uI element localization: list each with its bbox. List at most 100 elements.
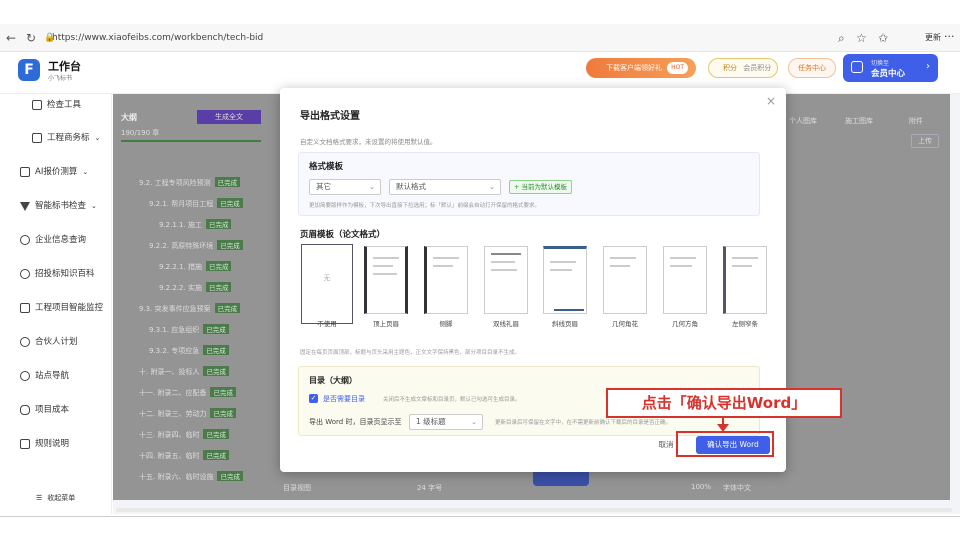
page-template-left-strip[interactable] (723, 246, 767, 314)
tab-construction-gallery[interactable]: 施工图库 (845, 116, 873, 126)
favorites-icon[interactable]: ✩ (878, 31, 888, 45)
outline-row[interactable]: 9.2.2.2. 实施 已完成 (159, 282, 232, 293)
page-template-top[interactable] (364, 246, 408, 314)
sidebar-item-company-search[interactable]: 企业信息查询 (20, 231, 86, 249)
close-icon[interactable]: × (766, 94, 776, 108)
outline-row[interactable]: 十. 附录一、投标人 已完成 (139, 366, 229, 377)
database-icon (20, 405, 30, 415)
toc-level-hint: 更新目录后可保留在文字中，在不需更新前确认下载后的目录是否正确。 (495, 420, 672, 426)
outline-row[interactable]: 十四. 附录五、临时 已完成 (139, 450, 229, 461)
star-icon[interactable]: ☆ (856, 31, 867, 45)
horizontal-scrollbar[interactable] (116, 508, 952, 512)
default-template-button[interactable]: + 当前为默认模板 (509, 180, 573, 194)
back-icon[interactable]: ← (6, 31, 16, 45)
page-template-hint: 固定在每页页面顶部，标题与页头采用主题色，正文文字保持黑色，部分项目目录不生成。 (300, 350, 521, 356)
modal-subtitle: 自定义文档格式要求，未设置的将使用默认值。 (300, 138, 437, 146)
page-template-label: 双线礼眉 (493, 320, 519, 328)
toc-checkbox[interactable]: ✓ (309, 394, 318, 403)
page-template-label: 斜线页眉 (552, 320, 578, 328)
upload-button[interactable]: 上传 (911, 134, 939, 148)
sidebar-item-commercial-bid[interactable]: 工程商务标 ⌄ (32, 129, 100, 147)
address-bar[interactable]: https://www.xiaofeibs.com/workbench/tech… (52, 29, 832, 47)
tab-personal-gallery[interactable]: 个人图库 (789, 116, 817, 126)
sidebar-item-knowledge[interactable]: 招投标知识百科 (20, 265, 95, 283)
outline-row[interactable]: 9.2.1. 帮月项目工程 已完成 (149, 198, 243, 209)
window-bottom-border (0, 516, 960, 517)
sidebar-item-bid-check[interactable]: 智能标书检查 ⌄ (20, 197, 97, 215)
format-hint: 更加简要版样作为模板，下次导出直接下拉选用；标「默认」前缀会自动打开保留的格式要… (309, 203, 541, 209)
outline-row[interactable]: 9.2.2.1. 措施 已完成 (159, 261, 232, 272)
more-icon[interactable]: ··· (944, 30, 955, 43)
sidebar-item-navigation[interactable]: 站点导航 (20, 367, 69, 385)
progress-bar (121, 140, 261, 142)
monitor-icon (20, 303, 30, 313)
sidebar-item-inspect[interactable]: 检查工具 (32, 96, 81, 114)
page-template-slant[interactable] (543, 246, 587, 314)
promo-label: 下载客户端领好礼 (606, 64, 662, 72)
page-template-label: 不使用 (317, 320, 337, 328)
sidebar-item-rules[interactable]: 规则说明 (20, 435, 69, 453)
format-category-select[interactable]: 其它 ⌄ (309, 179, 381, 195)
points-value: 会员积分 (743, 64, 772, 72)
footer-zoom[interactable]: 100% (691, 483, 711, 491)
sidebar-item-partner[interactable]: 合伙人计划 (20, 333, 78, 351)
reload-icon[interactable]: ↻ (26, 31, 36, 45)
chevron-right-icon: › (926, 61, 930, 72)
page-template-double-line[interactable] (484, 246, 528, 314)
task-center-button[interactable]: 任务中心 (788, 58, 836, 78)
collapse-menu-button[interactable]: ☰ 收起菜单 (36, 489, 75, 507)
annotation-highlight-box (676, 431, 774, 457)
outline-row[interactable]: 9.3.1. 应急组织 已完成 (149, 324, 229, 335)
update-button[interactable]: 更新 (925, 32, 941, 43)
page-template-title: 页眉模板（论文格式） (300, 230, 386, 240)
footer-font-size[interactable]: 24 字号 (417, 483, 442, 493)
page-template-none[interactable]: 无 (301, 244, 353, 324)
zoom-icon[interactable]: ⌕ (838, 31, 845, 46)
page-template-geometric-corner[interactable] (603, 246, 647, 314)
footer-font[interactable]: 字体中文 (723, 483, 751, 493)
outline-row[interactable]: 十五. 附录六、临时设施 已完成 (139, 471, 243, 482)
points-button[interactable]: 积分 会员积分 (708, 58, 778, 78)
download-client-button[interactable]: 下载客户端领好礼 HOT (586, 58, 696, 78)
sidebar-item-monitor[interactable]: 工程项目智能监控 (20, 299, 103, 317)
format-template-section: 格式模板 其它 ⌄ 默认格式 ⌄ + 当前为默认模板 更加简要版样作为模板，下次导出… (298, 152, 760, 216)
member-center-button[interactable]: 切换至 会员中心 › (843, 54, 938, 82)
outline-row[interactable]: 十一. 附录二、应配备 已完成 (139, 387, 236, 398)
outline-title: 大纲 (121, 113, 137, 122)
sidebar-item-ai-quote[interactable]: AI报价测算 ⌄ (20, 163, 88, 181)
outline-row[interactable]: 9.3.2. 专项应急 已完成 (149, 345, 229, 356)
page-template-label: 侧脚 (439, 320, 453, 328)
app-subtitle: 小飞标书 (48, 75, 73, 82)
page-template-label: 几何角花 (612, 320, 638, 328)
generate-fulltext-button[interactable]: 生成全文 (197, 110, 261, 124)
outline-row[interactable]: 9.2.2. 高原特殊环境 已完成 (149, 240, 243, 251)
search-icon (20, 235, 30, 245)
page-template-label: 顶上页眉 (373, 320, 399, 328)
chapter-count: 190/190 章 (121, 129, 160, 137)
chevron-down-icon: ⌄ (471, 418, 477, 426)
outline-row[interactable]: 9.2. 工程专项风险预测 已完成 (139, 177, 241, 188)
page-template-geometric-square[interactable] (663, 246, 707, 314)
page-template-side[interactable] (424, 246, 468, 314)
outline-row[interactable]: 9.3. 突发事件应急预案 已完成 (139, 303, 241, 314)
format-template-title: 格式模板 (309, 162, 344, 172)
toc-level-select[interactable]: 1 级标题 ⌄ (409, 414, 483, 430)
book-icon (20, 269, 30, 279)
modal-title: 导出格式设置 (300, 111, 360, 122)
navigation-icon (20, 371, 30, 381)
outline-row[interactable]: 十三. 附录四、临时 已完成 (139, 429, 229, 440)
chevron-down-icon: ⌄ (489, 183, 495, 191)
filter-icon (20, 201, 30, 211)
partner-icon (20, 337, 30, 347)
outline-list: 9.2. 工程专项风险预测 已完成 9.2.1. 帮月项目工程 已完成 9.2.1.… (117, 152, 265, 481)
toc-title: 目录（大纲） (309, 376, 357, 385)
format-style-select[interactable]: 默认格式 ⌄ (389, 179, 501, 195)
member-label: 会员中心 (871, 69, 906, 79)
outline-row[interactable]: 9.2.1.1. 施工 已完成 (159, 219, 232, 230)
sidebar-item-cost[interactable]: 项目成本 (20, 401, 69, 419)
tab-attachments[interactable]: 附件 (909, 116, 923, 126)
toc-checkbox-label[interactable]: 是否需要目录 (323, 394, 365, 404)
footer-outline-view[interactable]: 目录视图 (283, 483, 311, 493)
tutorial-annotation: 点击「确认导出Word」 (606, 388, 842, 418)
outline-row[interactable]: 十二. 附录三、劳动力 已完成 (139, 408, 236, 419)
